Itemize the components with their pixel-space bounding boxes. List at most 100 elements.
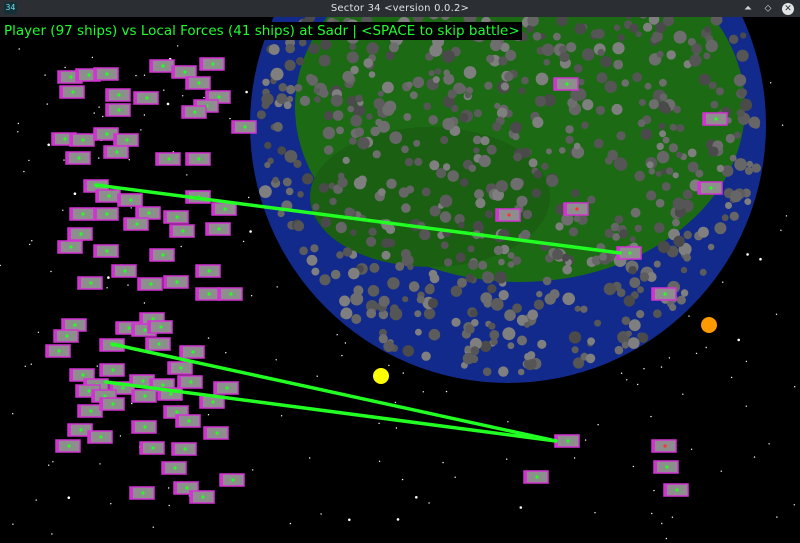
ship-light: [123, 269, 127, 273]
sun-yellow: [373, 368, 389, 384]
star: [207, 337, 210, 339]
star: [130, 207, 132, 209]
planet-rock: [734, 158, 747, 171]
battle-scene[interactable]: [0, 17, 800, 543]
player-ship: [57, 240, 83, 254]
star: [276, 286, 278, 288]
planet-rock: [708, 146, 719, 157]
star: [48, 464, 50, 466]
star: [759, 257, 762, 261]
player-ship: [185, 152, 211, 166]
planet-rock: [313, 87, 321, 94]
star: [785, 215, 788, 217]
player-ship: [129, 486, 155, 500]
planet-rock: [730, 190, 742, 203]
planet-rock: [323, 110, 334, 121]
player-ship: [523, 470, 549, 484]
planet-rock: [536, 290, 543, 298]
planet-rock: [372, 150, 381, 159]
star: [47, 143, 50, 147]
ship-light: [87, 389, 91, 393]
ship-engine: [118, 194, 121, 206]
planet-rock: [574, 23, 586, 35]
star: [225, 352, 227, 354]
ship-engine: [172, 443, 175, 455]
planet-rock: [577, 78, 585, 86]
star: [775, 313, 778, 315]
maximize-icon[interactable]: ⬦: [762, 3, 774, 15]
star: [442, 461, 444, 464]
planet-rock: [535, 72, 549, 86]
planet-rock: [659, 93, 668, 101]
planet-rock: [593, 138, 604, 149]
planet-rock: [729, 211, 739, 221]
planet-rock: [504, 71, 514, 82]
ship-engine: [70, 208, 73, 220]
planet-rock: [634, 224, 642, 233]
planet-rock: [282, 177, 292, 187]
ship-light: [565, 82, 569, 86]
planet-rock: [565, 125, 574, 134]
planet-rock: [490, 39, 502, 52]
planet-rock: [553, 32, 561, 41]
planet-rock: [382, 103, 395, 116]
ship-light: [125, 138, 129, 142]
planet-rock: [707, 243, 715, 251]
star: [309, 457, 311, 459]
player-ship: [117, 193, 143, 207]
star: [51, 533, 53, 535]
star: [730, 376, 733, 379]
ship-engine: [104, 146, 107, 158]
planet-rock: [470, 309, 478, 318]
ship-engine: [70, 134, 73, 146]
ship-light: [117, 93, 121, 97]
ship-light: [103, 394, 107, 398]
planet-rock: [512, 133, 520, 141]
planet-rock: [375, 118, 383, 126]
planet-rock: [484, 210, 493, 219]
planet-rock: [676, 295, 686, 305]
ship-engine: [116, 322, 119, 334]
ship-light: [175, 280, 179, 284]
ship-engine: [56, 440, 59, 452]
planet-rock: [286, 84, 296, 95]
planet-rock: [527, 351, 536, 360]
planet-rock: [628, 266, 637, 275]
star: [632, 465, 635, 468]
planet-rock: [389, 131, 403, 144]
planet-rock: [277, 146, 287, 155]
ship-light: [201, 495, 205, 499]
planet-rock: [738, 88, 748, 97]
planet-rock: [389, 307, 403, 321]
player-ship: [133, 91, 159, 105]
ship-light: [143, 328, 147, 332]
player-ship: [195, 287, 221, 301]
planet-rock: [517, 335, 527, 346]
planet-rock: [434, 68, 442, 75]
planet-rock: [402, 345, 415, 357]
planet-rock: [306, 254, 318, 266]
ship-light: [145, 96, 149, 100]
planet-rock: [475, 198, 486, 209]
planet-rock: [366, 42, 379, 55]
ship-light: [197, 157, 201, 161]
planet-rock: [542, 276, 552, 286]
planet-rock: [498, 56, 508, 66]
planet-rock: [278, 83, 288, 92]
star: [428, 502, 430, 504]
star: [737, 338, 740, 342]
minimize-icon[interactable]: ⏶: [742, 3, 754, 15]
ship-engine: [94, 245, 97, 257]
close-icon[interactable]: ✕: [782, 2, 794, 15]
planet-rock: [546, 174, 559, 187]
planet-rock: [639, 272, 650, 282]
star: [131, 402, 133, 405]
ship-engine: [92, 390, 95, 402]
planet-rock: [669, 303, 677, 311]
planet-rock: [590, 29, 600, 39]
ship-engine: [698, 182, 701, 194]
planet-rock: [725, 133, 735, 144]
planet-rock: [676, 124, 685, 133]
planet-rock: [468, 164, 477, 172]
star: [52, 461, 54, 463]
